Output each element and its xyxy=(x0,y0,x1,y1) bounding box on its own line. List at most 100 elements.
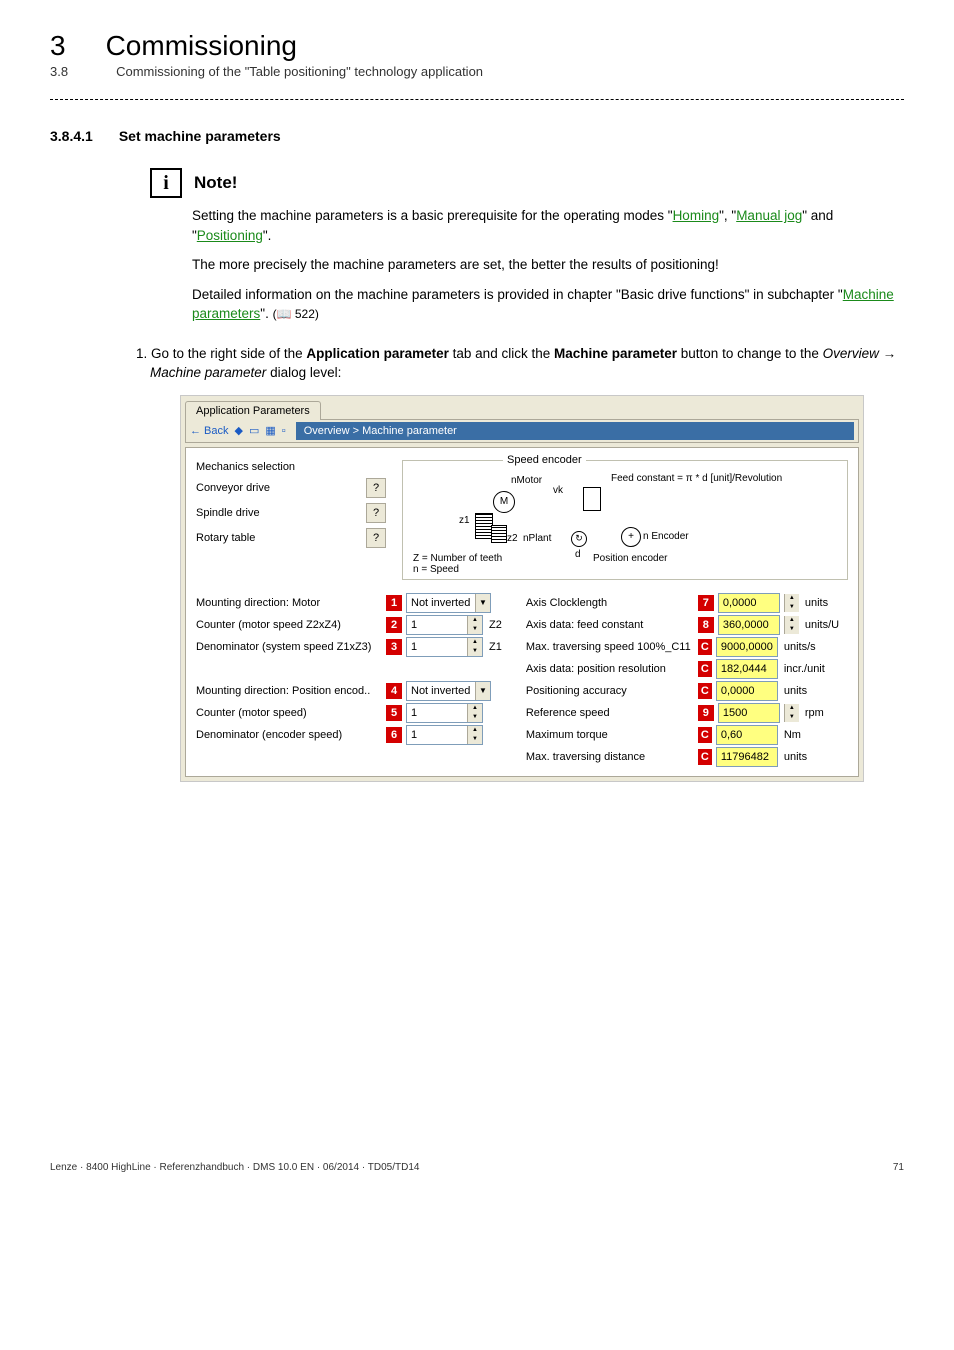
param-label: Axis data: position resolution xyxy=(526,663,694,675)
rotary-table-label: Rotary table xyxy=(196,532,360,544)
marker-4: 4 xyxy=(386,683,402,699)
back-button[interactable]: ← Back xyxy=(190,425,229,437)
breadcrumb-path: Overview > Machine parameter xyxy=(296,422,854,440)
value-field[interactable]: 0,60 xyxy=(716,725,778,745)
suffix-label: Z2 xyxy=(489,619,502,631)
combo-4[interactable]: Not inverted▼ xyxy=(406,681,491,701)
chevron-down-icon[interactable]: ▼ xyxy=(475,594,490,612)
marker-7: 7 xyxy=(698,595,714,611)
encoder-plus-icon: + xyxy=(621,527,641,547)
unit-label: units xyxy=(805,597,849,609)
combo-1[interactable]: Not inverted▼ xyxy=(406,593,491,613)
numfield-6[interactable]: 1▲▼ xyxy=(406,725,483,745)
spinner[interactable]: ▲▼ xyxy=(467,638,482,656)
unit-label: units xyxy=(784,685,828,697)
marker-9: 9 xyxy=(698,705,714,721)
n-plant-label: nPlant xyxy=(523,533,551,544)
param-label: Max. traversing speed 100%_C11 xyxy=(526,641,694,653)
unit-label: units xyxy=(784,751,828,763)
z1-label: z1 xyxy=(459,515,470,526)
param-label: Counter (motor speed) xyxy=(196,707,382,719)
spinner[interactable]: ▲▼ xyxy=(467,726,482,744)
param-label: Mounting direction: Motor xyxy=(196,597,382,609)
value-field[interactable]: 182,0444 xyxy=(716,659,778,679)
value-field[interactable]: 0,0000 xyxy=(716,681,778,701)
chapter-title: Commissioning xyxy=(106,30,297,62)
mechanics-selection-label: Mechanics selection xyxy=(196,461,295,473)
numfield-5[interactable]: 1▲▼ xyxy=(406,703,483,723)
unit-label: units/s xyxy=(784,641,828,653)
n-encoder-label: n Encoder xyxy=(643,531,689,542)
section-number: 3.8 xyxy=(50,64,68,79)
nav-page-icon[interactable]: ▫ xyxy=(282,425,286,437)
nav-doc-icon[interactable]: ▭ xyxy=(249,424,259,437)
spinner[interactable]: ▲▼ xyxy=(784,704,799,722)
info-icon: i xyxy=(150,168,182,198)
spindle-drive-label: Spindle drive xyxy=(196,507,360,519)
book-icon: 📖 xyxy=(277,307,292,321)
param-label: Max. traversing distance xyxy=(526,751,694,763)
load-icon xyxy=(583,487,601,511)
page-number: 71 xyxy=(893,1162,904,1173)
n-motor-label: nMotor xyxy=(511,475,542,486)
marker-1: 1 xyxy=(386,595,402,611)
value-field[interactable]: 9000,0000 xyxy=(716,637,778,657)
link-positioning[interactable]: Positioning xyxy=(197,228,263,243)
unit-label: rpm xyxy=(805,707,849,719)
z2-label: z2 xyxy=(507,533,518,544)
link-manual-jog[interactable]: Manual jog xyxy=(736,208,802,223)
conveyor-drive-label: Conveyor drive xyxy=(196,482,360,494)
mechanics-diagram: Speed encoder Feed constant = π * d [uni… xyxy=(402,456,848,586)
numfield-3[interactable]: 1▲▼ xyxy=(406,637,483,657)
note-box: i Note! Setting the machine parameters i… xyxy=(150,168,894,324)
value-field[interactable]: 0,0000 xyxy=(718,593,780,613)
nav-diamond-icon[interactable]: ◆ xyxy=(235,424,243,437)
tab-application-parameters[interactable]: Application Parameters xyxy=(185,401,321,420)
marker-C: C xyxy=(698,683,712,699)
param-label: Counter (motor speed Z2xZ4) xyxy=(196,619,382,631)
param-label: Denominator (system speed Z1xZ3) xyxy=(196,641,382,653)
param-label: Maximum torque xyxy=(526,729,694,741)
marker-C: C xyxy=(698,661,712,677)
chevron-down-icon[interactable]: ▼ xyxy=(475,682,490,700)
value-field[interactable]: 360,0000 xyxy=(718,615,780,635)
subsection-title: Set machine parameters xyxy=(119,128,281,144)
suffix-label: Z1 xyxy=(489,641,502,653)
spinner[interactable]: ▲▼ xyxy=(467,704,482,722)
conveyor-drive-help-button[interactable]: ? xyxy=(366,478,386,498)
param-label: Axis Clocklength xyxy=(526,597,694,609)
unit-label: Nm xyxy=(784,729,828,741)
screenshot-panel: Application Parameters ← Back ◆ ▭ ▦ ▫ Ov… xyxy=(180,395,864,782)
note-title: Note! xyxy=(194,173,237,193)
vk-label: vk xyxy=(553,485,563,496)
diagram-legend: Speed encoder xyxy=(503,454,586,466)
marker-3: 3 xyxy=(386,639,402,655)
unit-label: incr./unit xyxy=(784,663,828,675)
numfield-2[interactable]: 1▲▼ xyxy=(406,615,483,635)
link-homing[interactable]: Homing xyxy=(673,208,720,223)
position-encoder-label: Position encoder xyxy=(593,553,668,564)
chapter-number: 3 xyxy=(50,30,66,62)
spindle-drive-help-button[interactable]: ? xyxy=(366,503,386,523)
feed-constant-label: Feed constant = π * d [unit]/Revolution xyxy=(611,473,782,484)
position-encoder-symbol-icon: ↻ xyxy=(571,531,587,547)
rotary-table-help-button[interactable]: ? xyxy=(366,528,386,548)
z-n-definition-label: Z = Number of teeth n = Speed xyxy=(413,553,502,575)
subsection-number: 3.8.4.1 xyxy=(50,128,93,144)
value-field[interactable]: 1500 xyxy=(718,703,780,723)
marker-C: C xyxy=(698,639,712,655)
gear-z2-icon xyxy=(491,525,507,543)
note-paragraph-2: The more precisely the machine parameter… xyxy=(192,255,894,275)
spinner[interactable]: ▲▼ xyxy=(784,616,799,634)
marker-6: 6 xyxy=(386,727,402,743)
marker-C: C xyxy=(698,727,712,743)
param-label: Axis data: feed constant xyxy=(526,619,694,631)
unit-label: units/U xyxy=(805,619,849,631)
nav-grid-icon[interactable]: ▦ xyxy=(265,424,275,437)
note-paragraph-3: Detailed information on the machine para… xyxy=(192,285,894,324)
marker-C: C xyxy=(698,749,712,765)
spinner[interactable]: ▲▼ xyxy=(784,594,799,612)
value-field[interactable]: 11796482 xyxy=(716,747,778,767)
page-ref[interactable]: 522) xyxy=(295,307,319,321)
spinner[interactable]: ▲▼ xyxy=(467,616,482,634)
